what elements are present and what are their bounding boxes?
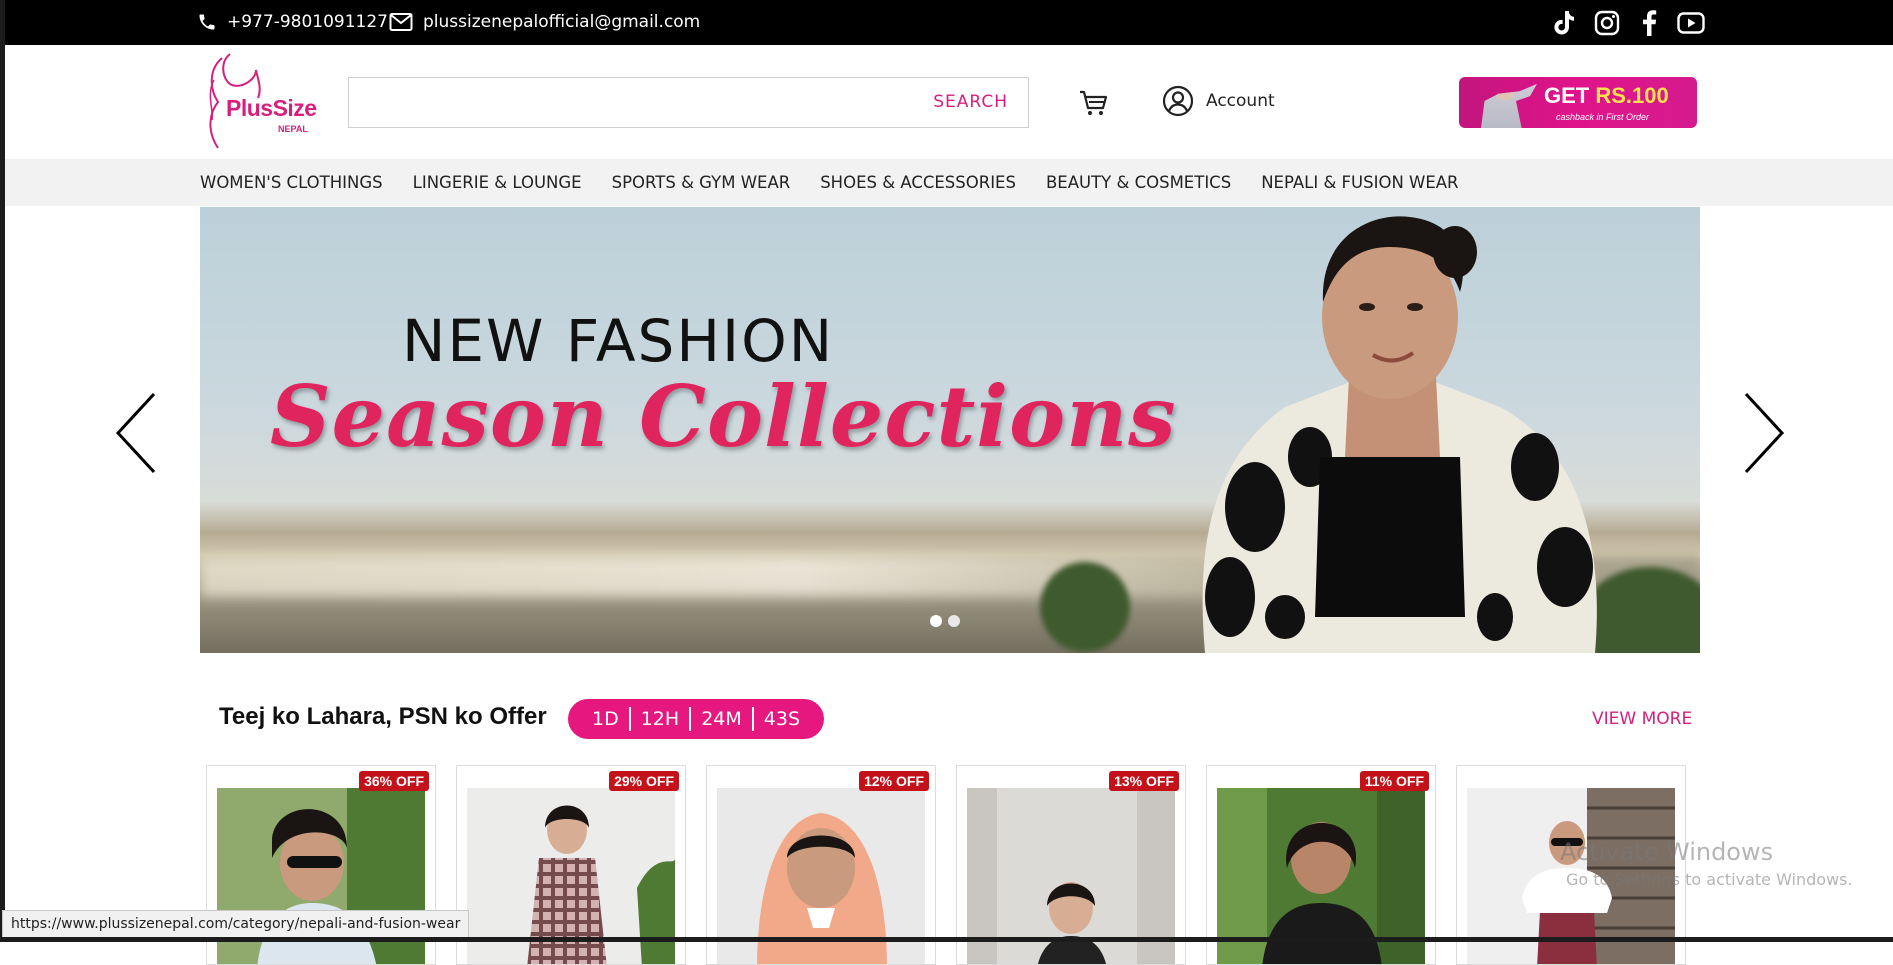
promo-subtext: cashback in First Order [1556,112,1650,122]
view-more-link[interactable]: VIEW MORE [1592,709,1692,729]
facebook-icon[interactable] [1635,9,1663,37]
discount-badge: 13% OFF [1109,771,1179,791]
account-link[interactable]: Account [1162,85,1275,117]
phone-icon [199,14,215,30]
banner-subheadline: Season Collections [270,367,1177,466]
product-card[interactable]: 11% OFF [1206,765,1436,965]
promo-amount: RS.100 [1595,83,1669,108]
promo-get-text: GET [1544,83,1590,108]
nav-item-sports-gym-wear[interactable]: SPORTS & GYM WEAR [612,173,791,192]
banner-tree [1040,562,1130,652]
discount-badge: 12% OFF [859,771,929,791]
top-bar: +977-9801091127 plussizenepalofficial@gm… [5,0,1893,45]
nav-item-beauty-cosmetics[interactable]: BEAUTY & COSMETICS [1046,173,1231,192]
nav-item-shoes-accessories[interactable]: SHOES & ACCESSORIES [820,173,1016,192]
account-label[interactable]: Account [1206,91,1275,111]
carousel-prev-arrow-icon[interactable] [112,388,162,478]
mail-icon [389,13,413,31]
banner-model-image [1202,216,1597,653]
hero-banner[interactable]: NEW FASHION Season Collections [200,207,1700,653]
product-card[interactable]: 29% OFF [456,765,686,965]
category-nav: WOMEN'S CLOTHINGS LINGERIE & LOUNGE SPOR… [5,159,1893,206]
countdown-seconds: 43S [763,708,801,730]
email-address[interactable]: plussizenepalofficial@gmail.com [423,12,700,32]
phone-number[interactable]: +977-9801091127 [227,12,388,32]
user-icon [1162,85,1194,117]
browser-status-url: https://www.plussizenepal.com/category/n… [2,910,470,938]
nav-item-nepali-fusion-wear[interactable]: NEPALI & FUSION WEAR [1261,173,1458,192]
nav-item-lingerie-lounge[interactable]: LINGERIE & LOUNGE [413,173,582,192]
search-bar: SEARCH [348,77,1029,128]
banner-headline: NEW FASHION [402,307,835,375]
logo-text: PlusSize [226,95,317,121]
windows-activation-watermark: Activate Windows [1560,838,1774,866]
instagram-icon[interactable] [1593,9,1621,37]
countdown-days: 1D [592,708,619,730]
discount-badge: 29% OFF [609,771,679,791]
product-card[interactable]: 13% OFF [956,765,1186,965]
brand-logo[interactable]: PlusSize NEPAL [200,50,317,153]
countdown-timer: 1D 12H 24M 43S [568,699,825,739]
promo-person-image [1481,83,1537,128]
tiktok-icon[interactable] [1551,9,1579,37]
phone-contact[interactable]: +977-9801091127 [197,12,388,32]
product-card[interactable]: 12% OFF [706,765,936,965]
carousel-next-arrow-icon[interactable] [1738,388,1788,478]
discount-badge: 36% OFF [359,771,429,791]
promo-headline: GET RS.100 [1544,83,1669,109]
search-input[interactable] [359,86,883,121]
carousel-dots [930,615,960,627]
window-frame-bottom [0,937,1893,942]
nav-item-womens-clothings[interactable]: WOMEN'S CLOTHINGS [200,173,383,192]
countdown-minutes: 24M [701,708,742,730]
carousel-dot[interactable] [948,615,960,627]
youtube-icon[interactable] [1677,9,1705,37]
countdown-hours: 12H [640,708,680,730]
search-button[interactable]: SEARCH [933,92,1008,112]
windows-activation-subtext: Go to Settings to activate Windows. [1566,870,1853,889]
cart-icon[interactable] [1078,87,1110,119]
social-links [1551,9,1705,37]
carousel-dot[interactable] [930,615,942,627]
cashback-promo-banner[interactable]: GET RS.100 cashback in First Order [1459,77,1697,128]
discount-badge: 11% OFF [1359,771,1429,791]
email-contact[interactable]: plussizenepalofficial@gmail.com [389,12,700,32]
offer-section-title: Teej ko Lahara, PSN ko Offer [219,703,547,730]
logo-subtext: NEPAL [278,124,308,134]
site-header: PlusSize NEPAL SEARCH Account GET RS.100… [5,45,1893,159]
